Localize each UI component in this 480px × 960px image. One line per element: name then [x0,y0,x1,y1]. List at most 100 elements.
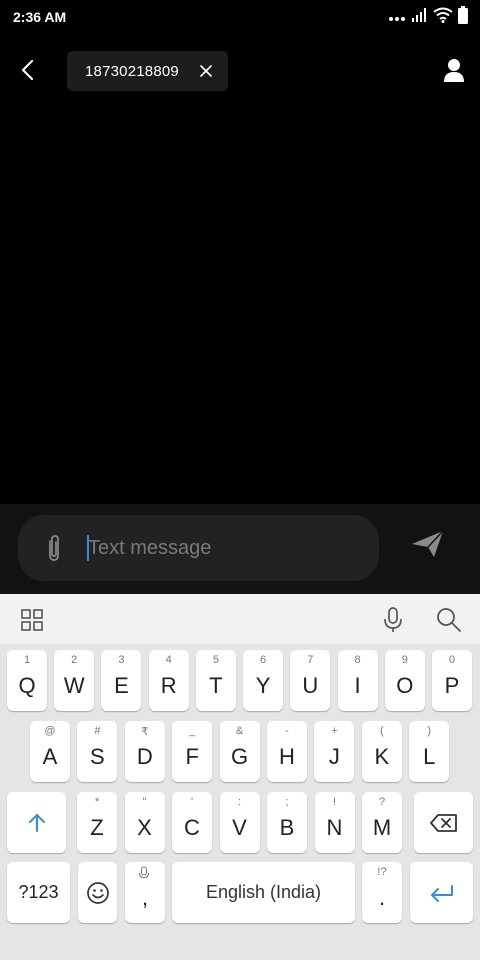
keyboard-search-button[interactable] [436,607,462,633]
recipient-chip[interactable]: 18730218809 [67,51,228,91]
key-hint: " [142,796,147,808]
key-letter: X [137,814,152,840]
message-input-field[interactable]: Text message [18,515,379,581]
battery-icon [458,6,468,29]
key-letter: N [326,814,343,840]
enter-icon [430,884,453,902]
key-m[interactable]: ? M [362,792,402,853]
key-y[interactable]: 6Y [243,650,284,711]
key-p[interactable]: 0P [431,650,472,711]
key-letter: O [396,672,414,698]
key-letter: G [231,743,249,769]
key-letter: A [42,743,58,769]
back-button[interactable] [14,56,42,84]
key-letter: P [444,672,460,698]
status-icons [389,6,468,29]
more-dots-icon [389,9,407,27]
key-hint: 5 [212,654,219,666]
key-letter: V [232,814,247,840]
key-z[interactable]: * Z [77,792,117,853]
keyboard-toolbar [0,594,480,644]
contact-button[interactable] [440,56,468,84]
key-k[interactable]: (K [361,721,402,782]
key-hint: 6 [260,654,267,666]
backspace-icon [429,813,457,832]
key-r[interactable]: 4R [148,650,189,711]
key-u[interactable]: 7U [290,650,331,711]
key-f[interactable]: _ F [172,721,213,782]
key-letter: J [328,743,340,769]
shift-arrow-icon [28,813,45,832]
key-letter: Z [90,814,104,840]
key-b[interactable]: ; B [267,792,307,853]
status-time: 2:36 AM [13,9,67,25]
key-s[interactable]: # S [77,721,118,782]
key-x[interactable]: " X [124,792,165,853]
send-button[interactable] [410,528,446,560]
key-letter: R [160,672,177,698]
key-letter: D [136,743,153,769]
key-hint: 2 [71,654,78,666]
back-arrow-icon [21,59,34,81]
key-hint: ! [332,796,337,808]
period-key-label: . [378,884,386,910]
key-hint: ) [427,725,432,737]
key-hint: _ [189,725,196,737]
key-letter: U [302,672,319,698]
key-c[interactable]: ' C [172,792,212,853]
key-hint: # [94,725,101,737]
backspace-key[interactable] [414,792,473,853]
shift-key[interactable] [7,792,66,853]
key-hint: 9 [401,654,408,666]
signal-icon [412,8,428,27]
symbols-key[interactable]: ?123 [7,862,70,923]
compose-bar: Text message [0,504,480,594]
period-key-hint: !? [377,866,387,878]
send-icon [412,530,444,557]
key-i[interactable]: 8I [337,650,378,711]
key-h[interactable]: -H [267,721,307,782]
emoji-icon [86,881,109,904]
key-hint: 7 [307,654,314,666]
enter-key[interactable] [410,862,473,923]
voice-input-button[interactable] [381,606,405,634]
attach-button[interactable] [42,533,66,563]
keyboard-menu-button[interactable] [20,608,44,632]
key-hint: - [285,725,289,737]
key-hint: & [235,725,244,737]
emoji-key[interactable] [78,862,117,923]
key-letter: Q [18,672,36,698]
key-letter: L [423,743,436,769]
key-letter: M [372,814,392,840]
key-e[interactable]: 3E [101,650,142,711]
key-q[interactable]: 1Q [7,650,47,711]
close-icon [200,65,212,77]
key-j[interactable]: + J [314,721,355,782]
key-l[interactable]: ) L [409,721,450,782]
grid-icon [21,609,43,631]
key-letter: S [90,743,105,769]
key-letter: Y [255,672,271,698]
symbols-key-label: ?123 [18,882,59,902]
key-letter: H [279,743,295,769]
key-o[interactable]: 9O [384,650,425,711]
key-t[interactable]: 5T [195,650,236,711]
key-n[interactable]: ! N [314,792,355,853]
key-d[interactable]: ₹ D [124,721,165,782]
key-letter: C [184,814,200,840]
space-key[interactable]: English (India) [172,862,355,923]
search-icon [437,608,461,632]
message-input-placeholder[interactable]: Text message [88,537,211,560]
key-hint: 4 [165,654,172,666]
wifi-icon [433,7,453,28]
key-letter: F [185,743,199,769]
period-key[interactable]: !? . [362,862,402,923]
person-icon [444,59,464,82]
key-g[interactable]: & G [219,721,260,782]
remove-recipient-button[interactable] [198,63,214,79]
comma-key[interactable]: , [125,862,165,923]
key-hint: ? [378,796,386,808]
key-w[interactable]: 2W [54,650,95,711]
key-v[interactable]: :V [219,792,260,853]
key-a[interactable]: @ A [30,721,70,782]
